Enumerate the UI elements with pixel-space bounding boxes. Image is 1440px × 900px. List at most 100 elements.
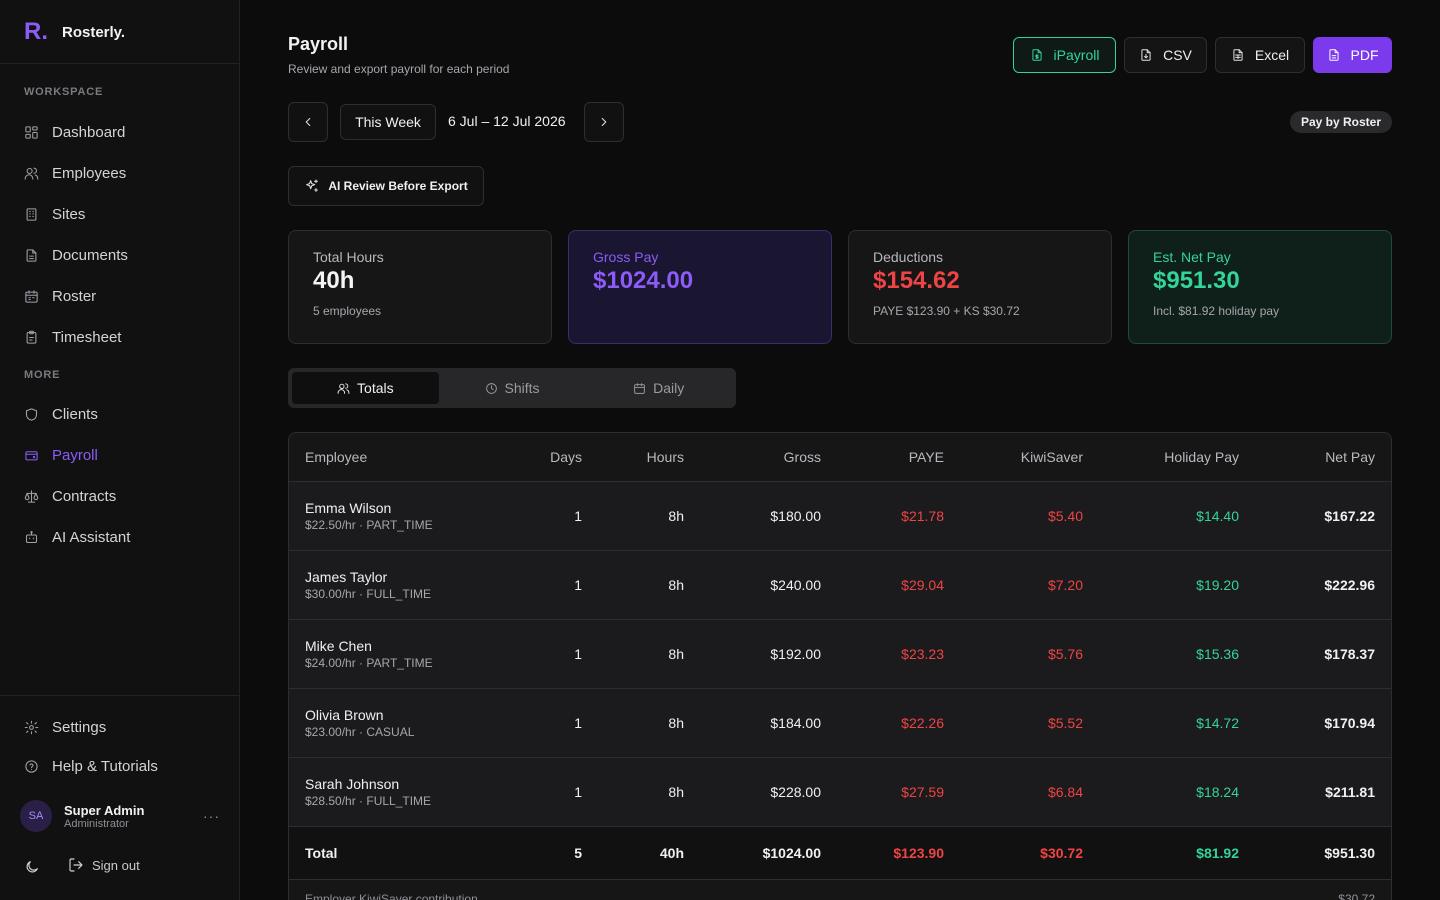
card-note: PAYE $123.90 + KS $30.72 xyxy=(873,304,1020,318)
gross-cell: $192.00 xyxy=(700,619,837,689)
user-profile[interactable]: SA Super Admin Administrator ··· xyxy=(20,800,220,832)
paye-cell: $29.04 xyxy=(837,550,960,620)
card-label: Gross Pay xyxy=(593,249,659,265)
gear-icon xyxy=(24,720,39,734)
sidebar-divider xyxy=(0,63,239,64)
sidebar-item-payroll[interactable]: Payroll xyxy=(24,444,98,466)
sidebar-item-clients[interactable]: Clients xyxy=(24,403,98,425)
users-icon xyxy=(337,382,350,394)
net-pay-cell: $222.96 xyxy=(1255,550,1391,620)
employee-name: Mike Chen xyxy=(305,637,372,654)
sidebar-item-contracts[interactable]: Contracts xyxy=(24,485,116,507)
column-header[interactable]: Employee xyxy=(289,433,516,482)
calendar-icon xyxy=(25,289,38,303)
moon-icon xyxy=(26,861,38,873)
employee-rate: $30.00/hr · FULL_TIME xyxy=(305,586,432,601)
employee-rate: $24.00/hr · PART_TIME xyxy=(305,655,433,670)
sidebar-item-label: Contracts xyxy=(52,487,117,505)
sidebar-item-label: Settings xyxy=(52,718,107,736)
sidebar: R. Rosterly. WORKSPACE Dashboard Employe… xyxy=(0,0,240,900)
logout-icon xyxy=(69,858,83,872)
table-row[interactable]: Olivia Brown $23.00/hr · CASUAL 1 8h $184… xyxy=(289,688,1391,758)
sidebar-item-documents[interactable]: Documents xyxy=(24,244,128,266)
tab-shifts[interactable]: Shifts xyxy=(439,372,586,404)
column-header[interactable]: Holiday Pay xyxy=(1099,433,1255,482)
brand-name: Rosterly. xyxy=(62,23,126,41)
card-value: 40h xyxy=(313,267,355,294)
brand[interactable]: R. Rosterly. xyxy=(24,20,125,44)
net-pay-cell: $211.81 xyxy=(1255,757,1391,827)
gross-pay-card: Gross Pay $1024.00 xyxy=(568,230,832,344)
chevron-left-icon xyxy=(305,117,311,127)
clock-icon xyxy=(485,382,497,394)
card-value: $951.30 xyxy=(1153,267,1240,294)
theme-toggle-button[interactable] xyxy=(24,859,40,875)
employee-rate: $23.00/hr · CASUAL xyxy=(305,724,415,739)
table-row[interactable]: Emma Wilson $22.50/hr · PART_TIME 1 8h $1… xyxy=(289,481,1391,551)
previous-period-button[interactable] xyxy=(288,102,328,142)
tab-daily[interactable]: Daily xyxy=(585,372,732,404)
tab-label: Shifts xyxy=(504,380,540,396)
view-tabs: Totals Shifts Daily xyxy=(288,368,736,408)
column-header[interactable]: PAYE xyxy=(837,433,960,482)
total-days: 5 xyxy=(516,826,598,880)
sidebar-item-sites[interactable]: Sites xyxy=(24,203,85,225)
paye-cell: $22.26 xyxy=(837,688,960,758)
gross-cell: $180.00 xyxy=(700,481,837,551)
sign-out-button[interactable]: Sign out xyxy=(68,857,140,873)
page-subtitle: Review and export payroll for each perio… xyxy=(288,62,510,76)
export-excel-button[interactable]: Excel xyxy=(1215,37,1305,73)
employee-cell: James Taylor $30.00/hr · FULL_TIME xyxy=(289,550,516,620)
total-hours: 40h xyxy=(598,826,700,880)
sparkles-icon xyxy=(306,179,319,192)
brand-logo: R. xyxy=(24,18,48,45)
sidebar-item-label: Documents xyxy=(52,246,128,264)
days-cell: 1 xyxy=(516,757,598,827)
export-pdf-button[interactable]: PDF xyxy=(1313,37,1392,73)
export-csv-label: CSV xyxy=(1163,47,1192,63)
sidebar-item-settings[interactable]: Settings xyxy=(24,716,106,738)
export-pdf-label: PDF xyxy=(1350,47,1379,63)
export-ipayroll-button[interactable]: iPayroll xyxy=(1013,37,1116,73)
export-csv-button[interactable]: CSV xyxy=(1124,37,1207,73)
sidebar-item-dashboard[interactable]: Dashboard xyxy=(24,121,125,143)
column-header[interactable]: Gross xyxy=(700,433,837,482)
gross-cell: $240.00 xyxy=(700,550,837,620)
sidebar-item-roster[interactable]: Roster xyxy=(24,285,96,307)
this-week-button[interactable]: This Week xyxy=(340,104,436,140)
sidebar-item-timesheet[interactable]: Timesheet xyxy=(24,326,121,348)
file-download-icon xyxy=(1141,49,1151,61)
kiwisaver-cell: $7.20 xyxy=(960,550,1099,620)
total-paye: $123.90 xyxy=(837,826,960,880)
table-row[interactable]: Mike Chen $24.00/hr · PART_TIME 1 8h $192… xyxy=(289,619,1391,689)
column-header[interactable]: KiwiSaver xyxy=(960,433,1099,482)
user-name: Super Admin xyxy=(64,802,145,818)
tab-totals[interactable]: Totals xyxy=(292,372,439,404)
workspace-section-label: WORKSPACE xyxy=(24,86,104,98)
sidebar-item-help[interactable]: Help & Tutorials xyxy=(24,755,158,777)
holiday-pay-cell: $19.20 xyxy=(1099,550,1255,620)
sidebar-item-employees[interactable]: Employees xyxy=(24,162,126,184)
kiwisaver-cell: $5.76 xyxy=(960,619,1099,689)
users-icon xyxy=(24,167,39,180)
employee-rate: $28.50/hr · FULL_TIME xyxy=(305,793,432,808)
table-row[interactable]: Sarah Johnson $28.50/hr · FULL_TIME 1 8h … xyxy=(289,757,1391,827)
column-header[interactable]: Net Pay xyxy=(1255,433,1391,482)
next-period-button[interactable] xyxy=(584,102,624,142)
column-header[interactable]: Days xyxy=(516,433,598,482)
employee-name: Olivia Brown xyxy=(305,706,384,723)
user-more-button[interactable]: ··· xyxy=(203,808,220,824)
ai-review-button[interactable]: AI Review Before Export xyxy=(288,166,484,206)
avatar: SA xyxy=(20,800,52,832)
net-pay-card: Est. Net Pay $951.30 Incl. $81.92 holida… xyxy=(1128,230,1392,344)
column-header[interactable]: Hours xyxy=(598,433,700,482)
table-row[interactable]: James Taylor $30.00/hr · FULL_TIME 1 8h $… xyxy=(289,550,1391,620)
total-gross: $1024.00 xyxy=(700,826,837,880)
days-cell: 1 xyxy=(516,688,598,758)
wallet-icon xyxy=(25,450,38,460)
sidebar-item-label: Help & Tutorials xyxy=(52,757,158,775)
sidebar-item-ai-assistant[interactable]: AI Assistant xyxy=(24,526,130,548)
sidebar-item-label: Employees xyxy=(52,164,127,182)
card-value: $1024.00 xyxy=(593,267,694,294)
file-dollar-icon xyxy=(1031,49,1042,61)
